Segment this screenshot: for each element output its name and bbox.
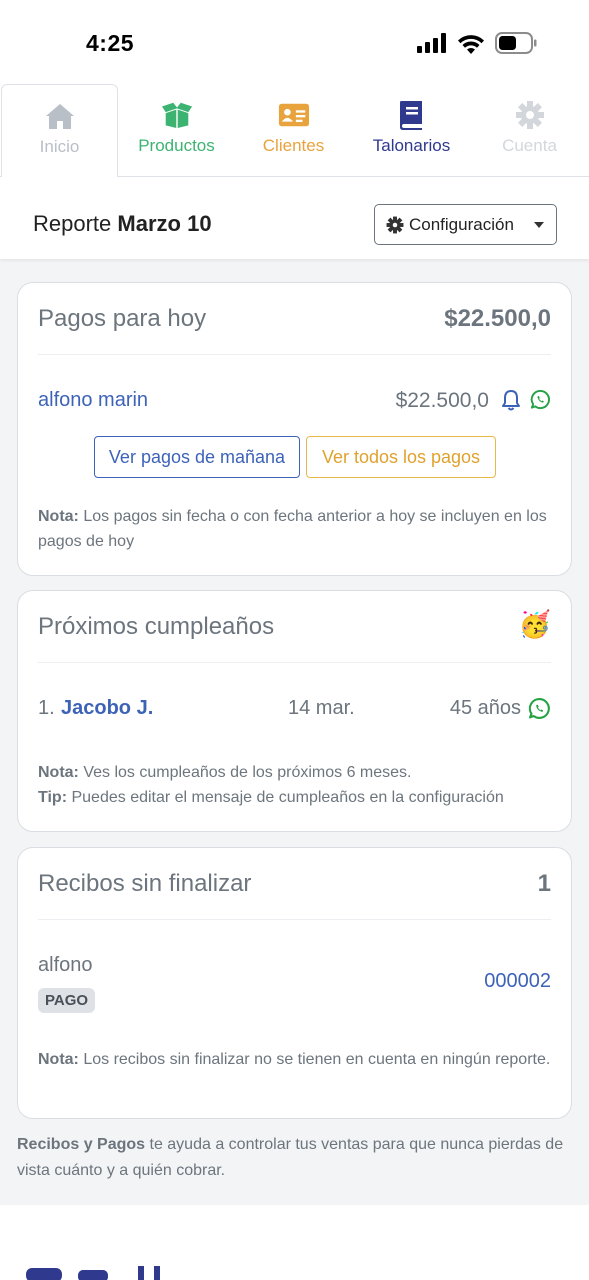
birthdays-card: Próximos cumpleaños 🥳 1. Jacobo J. 14 ma… xyxy=(17,590,572,832)
note-label: Nota: xyxy=(38,1051,79,1068)
bell-icon[interactable] xyxy=(501,389,521,411)
whatsapp-icon[interactable] xyxy=(528,697,551,720)
receipt-type-badge: PAGO xyxy=(38,988,96,1013)
box-open-icon xyxy=(161,102,192,129)
view-all-payments-button[interactable]: Ver todos los pagos xyxy=(306,436,496,478)
tab-talonarios[interactable]: Talonarios xyxy=(353,84,470,177)
config-label: Configuración xyxy=(409,214,514,234)
report-header: Reporte Marzo 10 Configuración xyxy=(0,177,589,259)
tab-label-talonarios: Talonarios xyxy=(372,136,451,155)
payments-today-header: Pagos para hoy $22.500,0 xyxy=(38,283,551,355)
report-date: Marzo 10 xyxy=(117,211,212,236)
birthdays-note: Nota: Ves los cumpleaños de los próximos… xyxy=(38,760,551,810)
birthdays-note-line: Nota: Ves los cumpleaños de los próximos… xyxy=(38,760,551,785)
tab-inicio[interactable]: Inicio xyxy=(1,84,118,178)
payment-amount: $22.500,0 xyxy=(395,389,489,412)
note-label: Nota: xyxy=(38,508,79,525)
receipt-number-link[interactable]: 000002 xyxy=(484,970,551,993)
status-time: 4:25 xyxy=(86,30,135,56)
address-card-icon xyxy=(278,103,309,127)
tab-label-inicio: Inicio xyxy=(39,137,80,156)
payments-today-title: Pagos para hoy xyxy=(38,305,207,332)
gear-icon xyxy=(386,216,404,233)
payment-row: alfono marin $22.500,0 xyxy=(38,387,551,417)
note-text: Los pagos sin fecha o con fecha anterior… xyxy=(38,508,547,550)
footer-brand: Recibos y Pagos xyxy=(17,1136,146,1153)
tab-label-cuenta: Cuenta xyxy=(502,136,557,155)
unfinished-row[interactable]: alfono PAGO 000002 xyxy=(38,952,551,1014)
birthdays-title: Próximos cumpleaños xyxy=(38,613,275,640)
unfinished-header: Recibos sin finalizar 1 xyxy=(38,848,551,920)
tab-cuenta[interactable]: Cuenta xyxy=(471,84,588,177)
config-dropdown-button[interactable]: Configuración xyxy=(374,204,557,245)
tip-label: Tip: xyxy=(38,789,68,806)
chevron-down-icon xyxy=(534,222,544,228)
status-bar: 4:25 xyxy=(0,0,589,84)
view-all-label: Ver todos los pagos xyxy=(321,446,481,467)
tip-text: Puedes editar el mensaje de cumpleaños e… xyxy=(67,789,504,806)
payment-client-link[interactable]: alfono marin xyxy=(38,389,148,412)
tab-clientes[interactable]: Clientes xyxy=(235,84,352,177)
book-icon xyxy=(399,101,422,130)
report-title: Reporte Marzo 10 xyxy=(33,211,212,237)
wifi-icon xyxy=(458,34,484,54)
birthdays-tip-line: Tip: Puedes editar el mensaje de cumplea… xyxy=(38,785,551,810)
unfinished-title: Recibos sin finalizar xyxy=(38,870,252,897)
nav-tabs: Inicio Productos Clientes Talonarios Cue… xyxy=(0,84,589,178)
gear-icon xyxy=(515,101,544,129)
payments-today-total: $22.500,0 xyxy=(444,305,551,332)
tab-label-clientes: Clientes xyxy=(262,136,325,155)
unfinished-receipts-card: Recibos sin finalizar 1 alfono PAGO 0000… xyxy=(17,847,572,1119)
birthday-index: 1. xyxy=(38,697,55,719)
status-icons xyxy=(417,32,537,54)
birthday-row: 1. Jacobo J. 14 mar. 45 años xyxy=(38,695,551,725)
payments-today-card: Pagos para hoy $22.500,0 alfono marin $2… xyxy=(17,282,572,576)
party-face-icon: 🥳 xyxy=(518,609,551,639)
birthday-age: 45 años xyxy=(449,697,521,719)
tab-productos[interactable]: Productos xyxy=(118,84,235,177)
report-title-prefix: Reporte xyxy=(33,211,112,236)
view-tomorrow-payments-button[interactable]: Ver pagos de mañana xyxy=(94,436,300,478)
note-text: Ves los cumpleaños de los próximos 6 mes… xyxy=(78,764,412,781)
payments-today-note: Nota: Los pagos sin fecha o con fecha an… xyxy=(38,504,551,554)
birthday-name-link[interactable]: Jacobo J. xyxy=(61,697,153,720)
home-icon xyxy=(45,104,74,129)
birthday-date: 14 mar. xyxy=(288,697,355,719)
battery-icon xyxy=(495,32,537,54)
note-label: Nota: xyxy=(38,764,79,781)
tab-label-productos: Productos xyxy=(138,136,215,155)
unfinished-client: alfono xyxy=(38,954,93,976)
signal-icon xyxy=(417,33,446,53)
note-text: Los recibos sin finalizar no se tienen e… xyxy=(78,1051,551,1068)
unfinished-count: 1 xyxy=(537,870,551,897)
bottom-logo-partial xyxy=(26,1266,160,1280)
birthdays-header: Próximos cumpleaños 🥳 xyxy=(38,591,551,663)
whatsapp-icon[interactable] xyxy=(530,389,551,410)
unfinished-note: Nota: Los recibos sin finalizar no se ti… xyxy=(38,1047,551,1072)
view-tomorrow-label: Ver pagos de mañana xyxy=(108,446,286,467)
footer-text: Recibos y Pagos te ayuda a controlar tus… xyxy=(17,1132,572,1184)
